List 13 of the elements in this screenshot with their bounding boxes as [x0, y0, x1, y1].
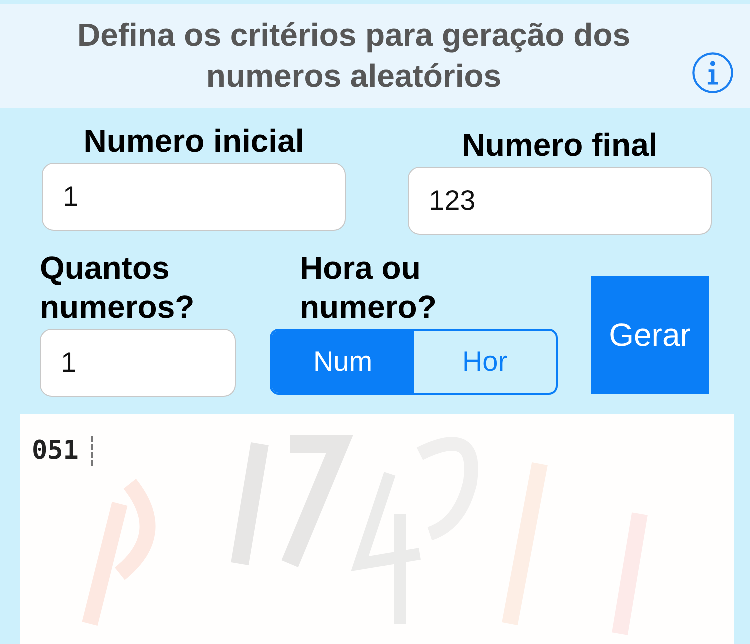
number-input[interactable]: 1: [40, 329, 236, 397]
info-icon[interactable]: [692, 52, 734, 94]
header-title: Defina os critérios para geração dos numeros aleatórios: [76, 16, 632, 96]
field-label: Hora ou numero?: [300, 249, 438, 327]
generate-button[interactable]: Gerar: [591, 276, 709, 394]
number-input[interactable]: 1: [42, 163, 346, 231]
number-input[interactable]: 123: [408, 167, 712, 235]
field-label: Numero final: [462, 126, 658, 165]
output-text: 051: [32, 436, 79, 466]
field-label: Numero inicial: [84, 122, 304, 161]
text-cursor: [90, 436, 93, 466]
field-label: Quantos numeros?: [40, 249, 196, 327]
segment-tab[interactable]: Num: [272, 331, 414, 393]
